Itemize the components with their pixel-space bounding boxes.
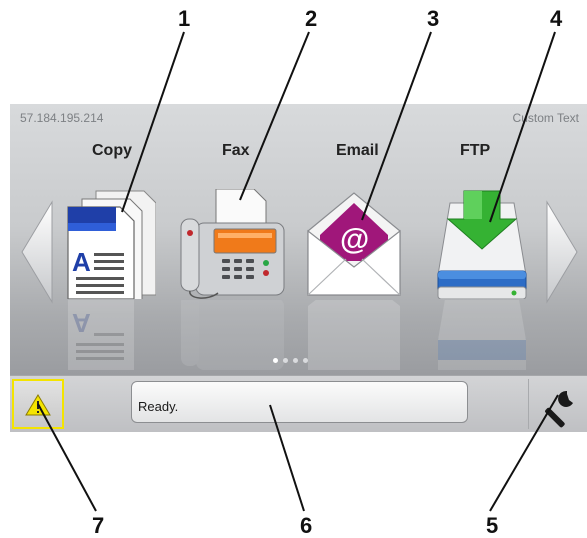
warning-icon (25, 394, 51, 416)
callout-2: 2 (305, 6, 318, 31)
callout-3: 3 (427, 6, 440, 31)
callout-1: 1 (178, 6, 191, 31)
status-bar: Ready. (10, 375, 587, 432)
email-icon: @ (307, 192, 401, 296)
app-copy[interactable]: A (64, 189, 157, 302)
custom-text: Custom Text (512, 111, 579, 125)
arrow-left-icon (21, 200, 53, 304)
callout-7: 7 (92, 513, 105, 538)
status-message: Ready. (138, 399, 179, 414)
ftp-reflection (434, 300, 530, 370)
arrow-right-icon (546, 200, 578, 304)
callout-4: 4 (550, 6, 563, 31)
copy-icon: A (67, 190, 157, 302)
page-dot[interactable] (303, 358, 308, 363)
settings-button[interactable] (528, 379, 587, 429)
callout-5: 5 (486, 513, 499, 538)
svg-text:@: @ (340, 223, 369, 256)
ftp-icon (437, 190, 527, 300)
app-fax[interactable] (178, 188, 288, 299)
app-label-fax: Fax (222, 142, 250, 159)
callout-6: 6 (300, 513, 313, 538)
fax-icon (180, 188, 285, 299)
svg-text:A: A (72, 308, 91, 338)
next-arrow-button[interactable] (545, 200, 579, 304)
app-ftp[interactable] (434, 189, 530, 300)
svg-text:A: A (72, 247, 91, 277)
fax-reflection (178, 300, 288, 370)
ip-address: 57.184.195.214 (20, 111, 104, 125)
home-screen: 57.184.195.214 Custom Text Copy A A Fax … (10, 104, 587, 375)
app-label-email: Email (336, 142, 379, 159)
app-email[interactable]: @ (306, 189, 402, 299)
page-dot[interactable] (293, 358, 298, 363)
app-label-ftp: FTP (460, 142, 491, 159)
app-label-copy: Copy (92, 142, 132, 159)
copy-reflection: A (64, 300, 156, 370)
email-reflection (306, 300, 402, 370)
page-dot[interactable] (273, 358, 278, 363)
warning-button[interactable] (12, 379, 64, 429)
prev-arrow-button[interactable] (20, 200, 54, 304)
wrench-icon (545, 390, 573, 428)
page-dot[interactable] (283, 358, 288, 363)
status-message-field[interactable]: Ready. (131, 381, 468, 423)
page-indicator (273, 358, 308, 363)
